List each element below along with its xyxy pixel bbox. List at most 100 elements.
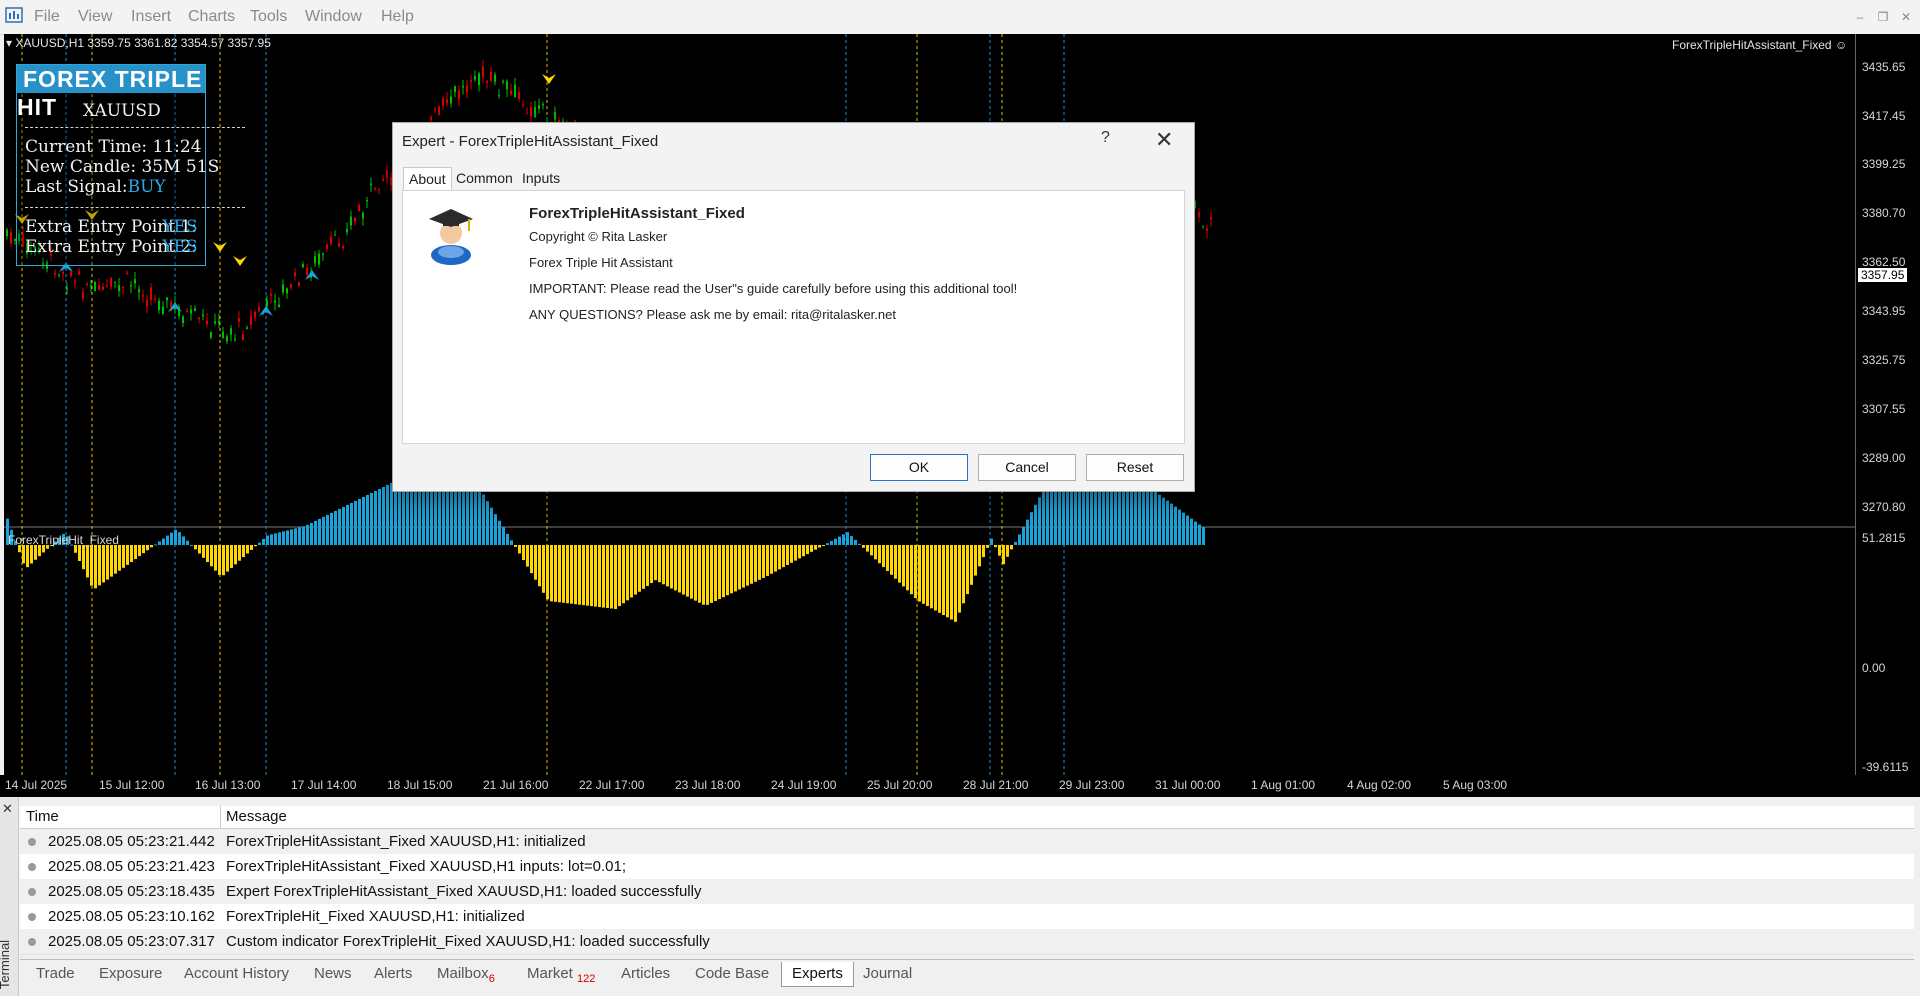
- tab-exposure[interactable]: Exposure: [99, 962, 162, 986]
- info-icon: [28, 838, 36, 846]
- oscillator-bar: [386, 484, 389, 545]
- candle-body: [474, 76, 476, 80]
- price-axis[interactable]: 3435.65 3417.45 3399.25 3380.70 3362.50 …: [1855, 34, 1920, 775]
- candle-body: [370, 183, 372, 186]
- help-icon[interactable]: ?: [1101, 129, 1110, 147]
- table-row[interactable]: 2025.08.05 05:23:21.442 ForexTripleHitAs…: [20, 829, 1914, 855]
- oscillator-bar: [982, 545, 985, 558]
- table-row[interactable]: 2025.08.05 05:23:10.162 ForexTripleHit_F…: [20, 904, 1914, 930]
- candle-body: [462, 86, 464, 88]
- oscillator-bar: [750, 545, 753, 584]
- candle-body: [450, 96, 452, 104]
- candle-body: [526, 112, 528, 114]
- ok-button[interactable]: OK: [870, 454, 968, 481]
- oscillator-bar: [106, 545, 109, 580]
- oscillator-bar: [842, 534, 845, 545]
- oscillator-bar: [126, 545, 129, 565]
- price-label: 3435.65: [1862, 60, 1906, 74]
- oscillator-bar: [286, 530, 289, 545]
- app-icon[interactable]: [4, 5, 26, 27]
- oscillator-bar: [774, 545, 777, 572]
- mailbox-count-badge: 6: [488, 973, 495, 985]
- candle-body: [110, 277, 112, 287]
- oscillator-bar: [554, 545, 557, 602]
- dialog-title: Expert - ForexTripleHitAssistant_Fixed: [402, 133, 659, 150]
- candle-body: [358, 205, 360, 212]
- tab-trade[interactable]: Trade: [36, 962, 75, 986]
- table-row[interactable]: 2025.08.05 05:23:21.423 ForexTripleHitAs…: [20, 854, 1914, 880]
- oscillator-bar: [254, 545, 257, 547]
- oscillator-bar: [166, 535, 169, 545]
- minimize-icon[interactable]: –: [1850, 8, 1870, 26]
- oscillator-bar: [1194, 521, 1197, 545]
- tab-inputs[interactable]: Inputs: [517, 167, 565, 189]
- cancel-button[interactable]: Cancel: [978, 454, 1076, 481]
- candle-body: [366, 200, 368, 202]
- oscillator-bar: [714, 545, 717, 601]
- candle-body: [362, 213, 364, 219]
- oscillator-bar: [1146, 485, 1149, 545]
- candle-body: [534, 107, 536, 118]
- oscillator-bar: [1190, 518, 1193, 545]
- time-label: 4 Aug 02:00: [1347, 778, 1412, 792]
- tab-journal[interactable]: Journal: [863, 962, 912, 986]
- restore-icon[interactable]: ❐: [1873, 8, 1893, 26]
- close-icon[interactable]: ✕: [1896, 8, 1916, 26]
- candle-body: [126, 272, 128, 275]
- tab-account-history[interactable]: Account History: [184, 962, 289, 986]
- candle-body: [146, 300, 148, 307]
- close-icon[interactable]: ✕: [1155, 127, 1173, 153]
- tab-mailbox[interactable]: Mailbox6: [437, 962, 495, 986]
- copyright-text: Copyright © Rita Lasker: [529, 229, 668, 244]
- candle-body: [166, 297, 168, 301]
- candle-body: [490, 71, 492, 82]
- candle-body: [182, 316, 184, 324]
- oscillator-bar: [218, 545, 221, 575]
- tab-experts[interactable]: Experts: [781, 962, 854, 987]
- menu-window[interactable]: Window: [305, 8, 362, 26]
- about-panel: ForexTripleHitAssistant_Fixed Copyright …: [402, 190, 1185, 444]
- oscillator-bar: [510, 540, 513, 545]
- candle-body: [542, 104, 544, 106]
- oscillator-bar: [838, 536, 841, 545]
- menu-tools[interactable]: Tools: [250, 8, 287, 26]
- menu-help[interactable]: Help: [381, 8, 414, 26]
- reset-button[interactable]: Reset: [1086, 454, 1184, 481]
- oscillator-bar: [614, 545, 617, 609]
- tab-common[interactable]: Common: [451, 167, 518, 189]
- table-row[interactable]: 2025.08.05 05:23:18.435 Expert ForexTrip…: [20, 879, 1914, 905]
- oscillator-bar: [986, 545, 989, 548]
- close-icon[interactable]: ✕: [2, 801, 13, 817]
- oscillator-bar: [654, 545, 657, 581]
- menu-charts[interactable]: Charts: [188, 8, 235, 26]
- row-message: Expert ForexTripleHitAssistant_Fixed XAU…: [226, 883, 702, 900]
- tab-code-base[interactable]: Code Base: [695, 962, 769, 986]
- menu-insert[interactable]: Insert: [131, 8, 171, 26]
- candle-body: [318, 253, 320, 265]
- tab-news[interactable]: News: [314, 962, 352, 986]
- oscillator-bar: [566, 545, 569, 604]
- oscillator-bar: [518, 545, 521, 554]
- tab-market[interactable]: Market 122: [527, 962, 595, 986]
- oscillator-bar: [506, 533, 509, 545]
- column-header-time[interactable]: Time: [26, 806, 59, 828]
- candle-body: [298, 282, 300, 286]
- tab-alerts[interactable]: Alerts: [374, 962, 412, 986]
- time-axis[interactable]: 14 Jul 2025 15 Jul 12:00 16 Jul 13:00 17…: [0, 775, 1920, 797]
- menu-file[interactable]: File: [34, 8, 60, 26]
- oscillator-bar: [650, 545, 653, 584]
- tab-about[interactable]: About: [403, 167, 452, 190]
- oscillator-bar: [682, 545, 685, 595]
- oscillator-bar: [198, 545, 201, 554]
- tab-articles[interactable]: Articles: [621, 962, 670, 986]
- oscillator-bar: [26, 545, 29, 568]
- menu-view[interactable]: View: [78, 8, 112, 26]
- oscillator-bar: [718, 545, 721, 600]
- price-label: 3289.00: [1862, 451, 1906, 465]
- oscillator-bar: [950, 545, 953, 620]
- column-header-message[interactable]: Message: [226, 806, 287, 828]
- time-label: 5 Aug 03:00: [1443, 778, 1508, 792]
- chevron-down-icon[interactable]: ▾: [6, 36, 15, 50]
- ea-name: ForexTripleHitAssistant_Fixed: [1672, 38, 1832, 52]
- table-row[interactable]: 2025.08.05 05:23:07.317 Custom indicator…: [20, 929, 1914, 955]
